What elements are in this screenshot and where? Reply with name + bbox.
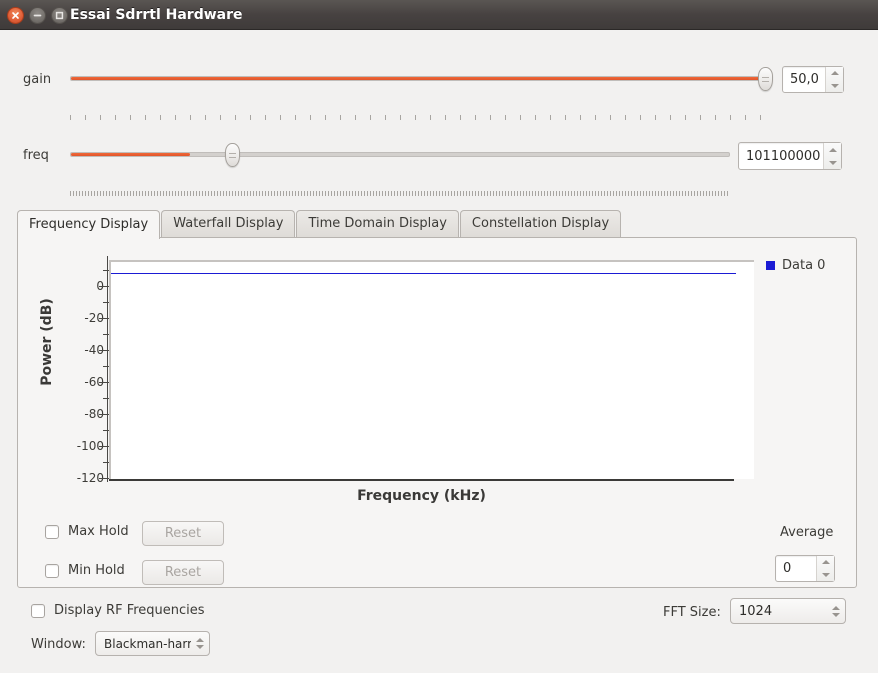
average-value[interactable]: 0 — [776, 556, 816, 581]
display-tabstrip[interactable]: Frequency Display Waterfall Display Time… — [17, 210, 622, 239]
gain-slider-handle[interactable] — [758, 67, 773, 91]
gain-increment-icon[interactable] — [830, 71, 839, 76]
average-label: Average — [780, 525, 834, 540]
plot-x-axis-title: Frequency (kHz) — [357, 488, 486, 504]
gain-spinner-arrows[interactable] — [825, 67, 843, 92]
freq-increment-icon[interactable] — [828, 147, 837, 152]
freq-spinbox[interactable]: 101100000 — [738, 142, 842, 170]
max-hold-label: Max Hold — [68, 524, 129, 539]
window-function-value: Blackman-harris — [104, 636, 191, 651]
window-body: gain 50,0 freq 101100000 Frequency Displ… — [0, 30, 878, 673]
gain-label: gain — [23, 72, 52, 87]
min-hold-label: Min Hold — [68, 563, 125, 578]
window-function-decrement-icon[interactable] — [196, 645, 204, 649]
gain-slider-fill — [71, 77, 766, 80]
fft-size-stepper-icon[interactable] — [827, 605, 845, 617]
gain-value[interactable]: 50,0 — [783, 67, 825, 92]
min-hold-row[interactable]: Min Hold — [45, 563, 125, 578]
legend-label-data-0: Data 0 — [782, 258, 826, 273]
plot-trace-data-0 — [111, 273, 736, 274]
average-spinner-arrows[interactable] — [816, 556, 834, 581]
plot-x-axis-line — [109, 479, 734, 481]
freq-spinner-arrows[interactable] — [823, 143, 841, 169]
fft-size-increment-icon[interactable] — [832, 605, 840, 610]
display-rf-row[interactable]: Display RF Frequencies — [31, 603, 205, 618]
maximize-glyph — [55, 11, 64, 20]
display-rf-label: Display RF Frequencies — [54, 603, 205, 618]
legend-swatch-data-0 — [766, 261, 775, 270]
tab-label: Time Domain Display — [308, 216, 447, 231]
freq-label: freq — [23, 148, 49, 163]
max-hold-reset-label: Reset — [164, 526, 202, 541]
plot-y-axis-title: Power (dB) — [39, 298, 55, 386]
display-rf-checkbox[interactable] — [31, 603, 45, 618]
plot-y-axis-line — [107, 256, 108, 482]
max-hold-reset-button[interactable]: Reset — [142, 521, 224, 546]
freq-slider-handle[interactable] — [225, 143, 240, 167]
gain-slider-ticks — [70, 114, 770, 122]
freq-slider-groove[interactable] — [70, 152, 730, 157]
max-hold-checkbox[interactable] — [45, 524, 59, 539]
fft-size-label: FFT Size: — [663, 605, 721, 620]
close-glyph — [12, 12, 19, 19]
tab-waterfall-display[interactable]: Waterfall Display — [161, 210, 296, 238]
window-function-combo[interactable]: Blackman-harris — [95, 631, 210, 656]
min-hold-reset-label: Reset — [164, 565, 202, 580]
gain-spinbox[interactable]: 50,0 — [782, 66, 844, 93]
minimize-icon[interactable] — [29, 7, 46, 24]
freq-value[interactable]: 101100000 — [739, 143, 823, 169]
freq-slider-ticks — [70, 190, 730, 198]
max-hold-row[interactable]: Max Hold — [45, 524, 129, 539]
min-hold-checkbox[interactable] — [45, 563, 59, 578]
tab-constellation-display[interactable]: Constellation Display — [459, 210, 622, 238]
gain-slider-groove[interactable] — [70, 76, 770, 81]
tab-label: Constellation Display — [471, 216, 610, 231]
window-function-stepper-icon[interactable] — [191, 638, 209, 649]
tab-label: Frequency Display — [29, 217, 149, 232]
fft-size-value: 1024 — [739, 603, 773, 619]
freq-slider-fill — [71, 153, 190, 156]
tab-time-domain-display[interactable]: Time Domain Display — [296, 210, 459, 238]
minimize-glyph — [33, 14, 42, 17]
plot-canvas[interactable] — [109, 260, 754, 479]
window-title: Essai Sdrrtl Hardware — [70, 7, 243, 23]
freq-decrement-icon[interactable] — [828, 160, 837, 165]
tab-frequency-display[interactable]: Frequency Display — [17, 210, 161, 239]
spectrum-plot[interactable]: Power (dB) 0-20-40-60-80-100-120 Frequen… — [18, 238, 858, 504]
average-decrement-icon[interactable] — [821, 572, 830, 577]
plot-legend[interactable]: Data 0 — [766, 258, 825, 273]
average-increment-icon[interactable] — [821, 560, 830, 565]
maximize-icon[interactable] — [51, 7, 68, 24]
frequency-display-panel: Power (dB) 0-20-40-60-80-100-120 Frequen… — [17, 237, 857, 588]
window-function-increment-icon[interactable] — [196, 638, 204, 642]
gain-decrement-icon[interactable] — [830, 83, 839, 88]
window-titlebar: Essai Sdrrtl Hardware — [0, 0, 878, 30]
fft-size-combo[interactable]: 1024 — [730, 598, 846, 624]
min-hold-reset-button[interactable]: Reset — [142, 560, 224, 585]
average-spinbox[interactable]: 0 — [775, 555, 835, 582]
tab-label: Waterfall Display — [173, 216, 284, 231]
window-function-label: Window: — [31, 637, 86, 652]
close-icon[interactable] — [7, 7, 24, 24]
fft-size-decrement-icon[interactable] — [832, 612, 840, 617]
